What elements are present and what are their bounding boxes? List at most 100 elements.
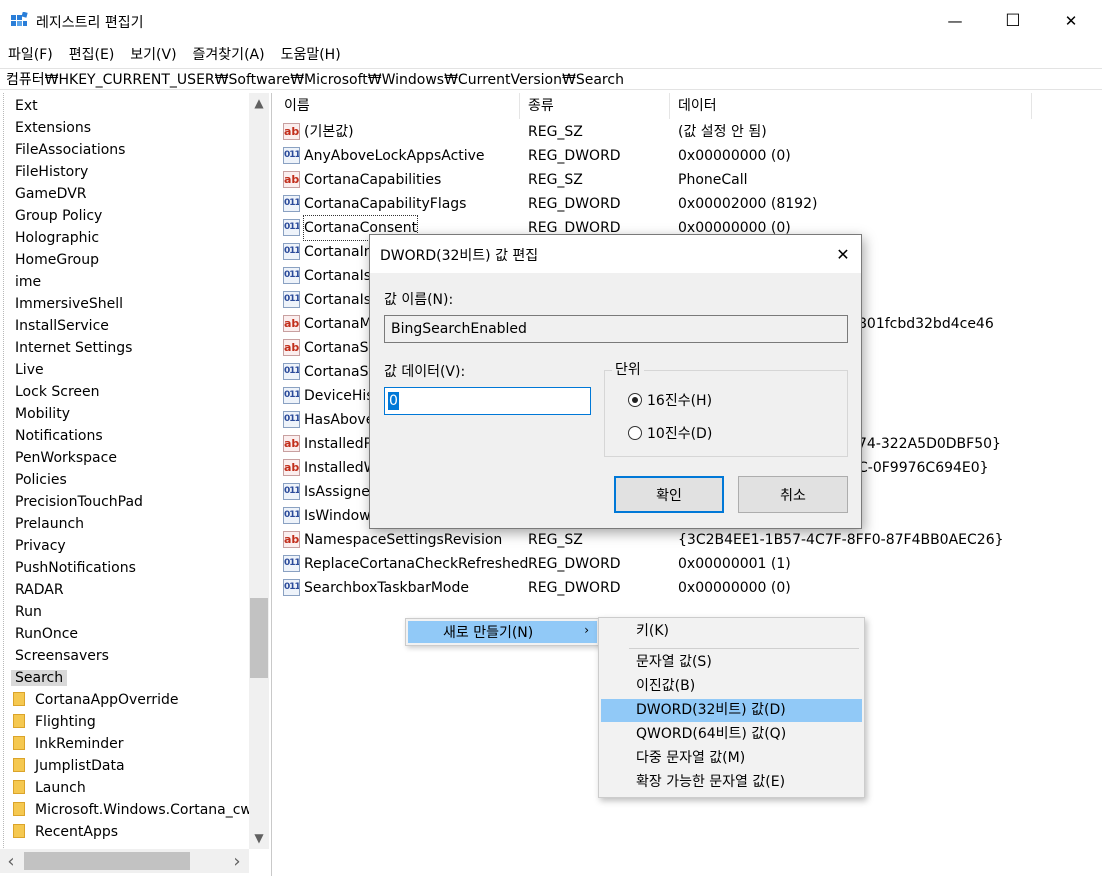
- value-data: PhoneCall: [678, 172, 748, 188]
- folder-icon: [13, 758, 25, 772]
- registry-editor-icon: [11, 12, 28, 26]
- tree-item-screensavers[interactable]: Screensavers: [15, 645, 109, 667]
- value-row[interactable]: 011 AnyAboveLockAppsActive REG_DWORD 0x0000…: [276, 144, 1102, 168]
- tree-item-installservice[interactable]: InstallService: [15, 315, 109, 337]
- cancel-button[interactable]: 취소: [738, 476, 848, 513]
- column-header-name[interactable]: 이름: [276, 93, 520, 119]
- tree-item-label: PenWorkspace: [15, 450, 117, 466]
- tree-item-ext[interactable]: Ext: [15, 95, 38, 117]
- value-data: 74-322A5D0DBF50}: [858, 436, 1001, 452]
- tree-item-group-policy[interactable]: Group Policy: [15, 205, 102, 227]
- menu-edit[interactable]: 편집(E): [61, 44, 123, 64]
- minimize-button[interactable]: —: [926, 0, 984, 42]
- tree-vertical-scrollbar[interactable]: ▲ ▼: [249, 93, 269, 849]
- tree-child-inkreminder[interactable]: InkReminder: [13, 733, 123, 755]
- tree-item-search[interactable]: Search: [11, 667, 68, 689]
- tree-item-penworkspace[interactable]: PenWorkspace: [15, 447, 117, 469]
- value-row[interactable]: ab (기본값) REG_SZ (값 설정 안 됨): [276, 120, 1102, 144]
- tree-item-immersiveshell[interactable]: ImmersiveShell: [15, 293, 123, 315]
- tree-item-gamedvr[interactable]: GameDVR: [15, 183, 87, 205]
- tree-item-label: Mobility: [15, 406, 70, 422]
- tree-item-ime[interactable]: ime: [15, 271, 41, 293]
- value-row[interactable]: ab CortanaCapabilities REG_SZ PhoneCall: [276, 168, 1102, 192]
- radio-decimal[interactable]: 10진수(D): [628, 423, 712, 443]
- tree-child-launch[interactable]: Launch: [13, 777, 86, 799]
- value-row[interactable]: 011 ReplaceCortanaCheckRefreshed REG_DWORD…: [276, 552, 1102, 576]
- value-name: CortanaCapabilities: [304, 172, 442, 188]
- address-bar[interactable]: 컴퓨터₩HKEY_CURRENT_USER₩Software₩Microsoft…: [0, 68, 1102, 90]
- tree-item-live[interactable]: Live: [15, 359, 44, 381]
- menu-item-new[interactable]: 새로 만들기(N) ›: [408, 621, 597, 643]
- tree-item-prelaunch[interactable]: Prelaunch: [15, 513, 84, 535]
- tree-item-precisiontouchpad[interactable]: PrecisionTouchPad: [15, 491, 143, 513]
- tree-item-policies[interactable]: Policies: [15, 469, 67, 491]
- value-row[interactable]: 011 SearchboxTaskbarMode REG_DWORD 0x000000…: [276, 576, 1102, 600]
- dialog-close-button[interactable]: ✕: [824, 235, 862, 273]
- tree-item-filehistory[interactable]: FileHistory: [15, 161, 88, 183]
- submenu-item-key[interactable]: 키(K): [601, 620, 862, 643]
- menu-view[interactable]: 보기(V): [122, 44, 184, 64]
- tree-item-fileassociations[interactable]: FileAssociations: [15, 139, 125, 161]
- value-name: DeviceHis: [304, 388, 374, 404]
- scroll-left-icon[interactable]: ‹: [2, 851, 20, 872]
- value-type: REG_DWORD: [528, 556, 621, 572]
- tree-item-lock-screen[interactable]: Lock Screen: [15, 381, 100, 403]
- menu-help[interactable]: 도움말(H): [273, 44, 349, 64]
- close-button[interactable]: ✕: [1042, 0, 1100, 42]
- dword-value-icon: 011: [283, 387, 300, 404]
- column-header-type[interactable]: 종류: [520, 93, 670, 119]
- scroll-down-icon[interactable]: ▼: [250, 831, 268, 845]
- tree-child-cortanaappoverride[interactable]: CortanaAppOverride: [13, 689, 179, 711]
- value-data-field[interactable]: [384, 387, 591, 415]
- tree-child-jumplistdata[interactable]: JumplistData: [13, 755, 125, 777]
- menu-favorites[interactable]: 즐겨찾기(A): [185, 44, 273, 64]
- dword-value-icon: 011: [283, 483, 300, 500]
- tree-item-homegroup[interactable]: HomeGroup: [15, 249, 99, 271]
- tree-item-radar[interactable]: RADAR: [15, 579, 64, 601]
- tree-item-holographic[interactable]: Holographic: [15, 227, 99, 249]
- menu-file[interactable]: 파일(F): [0, 44, 61, 64]
- tree-item-mobility[interactable]: Mobility: [15, 403, 70, 425]
- maximize-button[interactable]: ☐: [984, 0, 1042, 42]
- submenu-item-qword[interactable]: QWORD(64비트) 값(Q): [601, 723, 862, 746]
- submenu-item-multi-string[interactable]: 다중 문자열 값(M): [601, 747, 862, 770]
- tree-item-label: Search: [11, 670, 68, 686]
- folder-icon: [13, 692, 25, 706]
- value-data: (값 설정 안 됨): [678, 124, 767, 140]
- tree-item-run[interactable]: Run: [15, 601, 42, 623]
- tree-item-label: Prelaunch: [15, 516, 85, 532]
- ok-button[interactable]: 확인: [614, 476, 724, 513]
- value-row[interactable]: ab NamespaceSettingsRevision REG_SZ {3C2B4E…: [276, 528, 1102, 552]
- tree-item-privacy[interactable]: Privacy: [15, 535, 66, 557]
- column-header-data[interactable]: 데이터: [670, 93, 1032, 119]
- scroll-right-icon[interactable]: ›: [228, 851, 246, 872]
- window-title: 레지스트리 편집기: [36, 15, 144, 31]
- submenu-label: 확장 가능한 문자열 값(E): [636, 774, 786, 790]
- tree-item-notifications[interactable]: Notifications: [15, 425, 103, 447]
- submenu-item-binary[interactable]: 이진값(B): [601, 675, 862, 698]
- menu-bar: 파일(F) 편집(E) 보기(V) 즐겨찾기(A) 도움말(H): [0, 42, 1104, 66]
- submenu-label: QWORD(64비트) 값(Q): [636, 726, 787, 742]
- tree-child-microsoft-windows-cortana-cw5[interactable]: Microsoft.Windows.Cortana_cw5: [13, 799, 261, 821]
- tree-item-label: Screensavers: [15, 648, 109, 664]
- submenu-item-expandable-string[interactable]: 확장 가능한 문자열 값(E): [601, 771, 862, 794]
- value-name: NamespaceSettingsRevision: [304, 532, 503, 548]
- scroll-up-icon[interactable]: ▲: [250, 96, 268, 110]
- value-row[interactable]: 011 CortanaCapabilityFlags REG_DWORD 0x0000…: [276, 192, 1102, 216]
- value-name-field[interactable]: [384, 315, 848, 343]
- tree-item-internet-settings[interactable]: Internet Settings: [15, 337, 132, 359]
- base-groupbox: [604, 370, 848, 457]
- tree-item-label: InstallService: [15, 318, 109, 334]
- tree-scroll-thumb[interactable]: [250, 598, 268, 678]
- tree-item-extensions[interactable]: Extensions: [15, 117, 91, 139]
- value-data: 0x00000000 (0): [678, 148, 791, 164]
- tree-child-recentapps[interactable]: RecentApps: [13, 821, 118, 843]
- tree-item-pushnotifications[interactable]: PushNotifications: [15, 557, 136, 579]
- tree-item-runonce[interactable]: RunOnce: [15, 623, 78, 645]
- tree-child-flighting[interactable]: Flighting: [13, 711, 96, 733]
- radio-hexadecimal[interactable]: 16진수(H): [628, 390, 712, 410]
- tree-item-label: Privacy: [15, 538, 66, 554]
- submenu-item-dword[interactable]: DWORD(32비트) 값(D): [601, 699, 862, 722]
- tree-hscroll-thumb[interactable]: [24, 852, 190, 870]
- submenu-item-string[interactable]: 문자열 값(S): [601, 651, 862, 674]
